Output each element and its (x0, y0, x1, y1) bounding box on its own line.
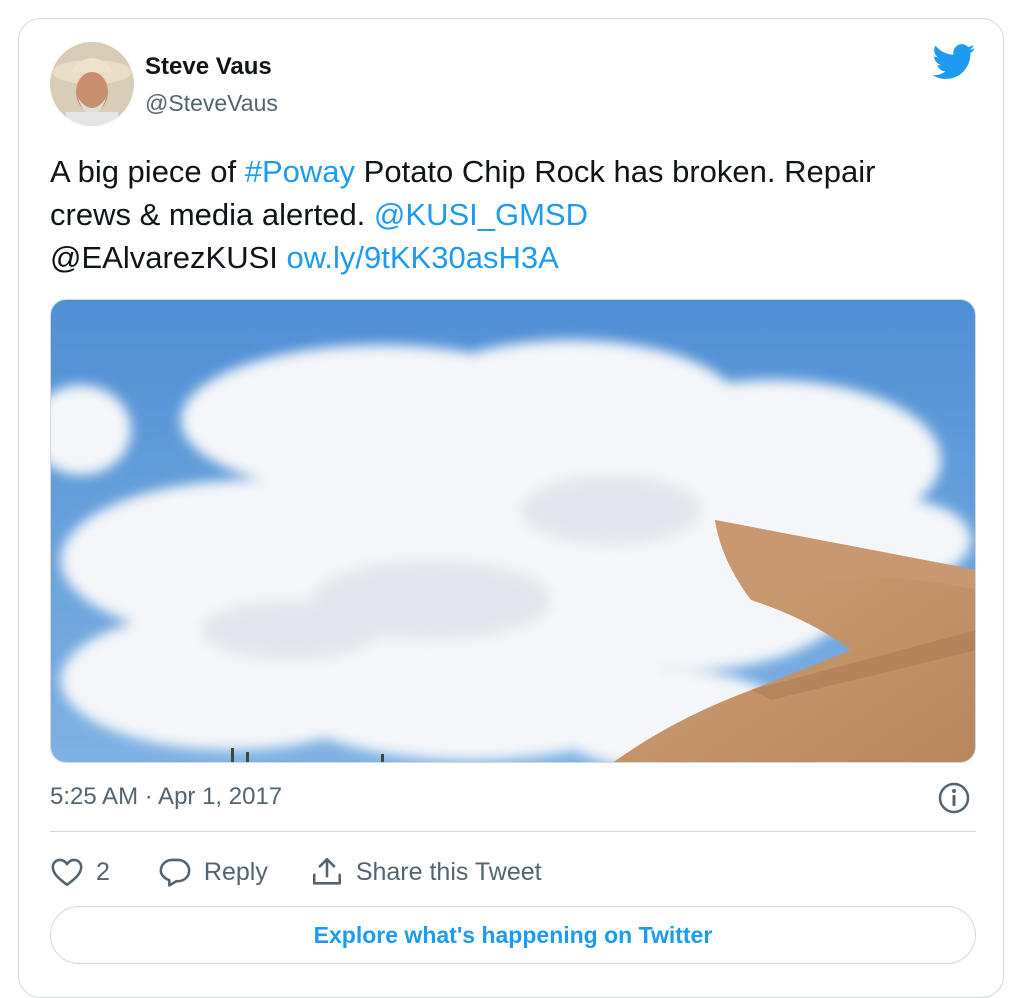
reply-icon (158, 856, 192, 888)
avatar[interactable] (50, 42, 134, 126)
share-button[interactable]: Share this Tweet (310, 855, 542, 889)
info-icon[interactable] (936, 780, 972, 816)
tweet-text-part: A big piece of (50, 154, 245, 189)
url-link[interactable]: ow.ly/9tKK30asH3A (287, 240, 559, 275)
like-count: 2 (96, 857, 110, 886)
heart-icon (50, 856, 84, 888)
mention-text: @EAlvarezKUSI (50, 240, 278, 275)
twitter-bird-icon[interactable] (932, 44, 976, 80)
reply-button[interactable]: Reply (158, 856, 268, 888)
hashtag-link[interactable]: #Poway (245, 154, 355, 189)
like-button[interactable]: 2 (50, 856, 110, 888)
tweet-photo[interactable] (50, 299, 976, 763)
reply-label: Reply (203, 857, 268, 886)
share-icon (310, 855, 344, 889)
share-label: Share this Tweet (355, 857, 542, 886)
action-bar: 2 Reply Share this Tweet (50, 848, 542, 896)
tweet-text: A big piece of #Poway Potato Chip Rock h… (50, 150, 950, 279)
mention-link[interactable]: @KUSI_GMSD (374, 197, 588, 232)
explore-twitter-button[interactable]: Explore what's happening on Twitter (50, 906, 976, 964)
author-name[interactable]: Steve Vaus (145, 52, 272, 82)
tweet-timestamp[interactable]: 5:25 AM · Apr 1, 2017 (50, 782, 282, 812)
author-handle[interactable]: @SteveVaus (145, 89, 278, 117)
divider (50, 831, 976, 832)
